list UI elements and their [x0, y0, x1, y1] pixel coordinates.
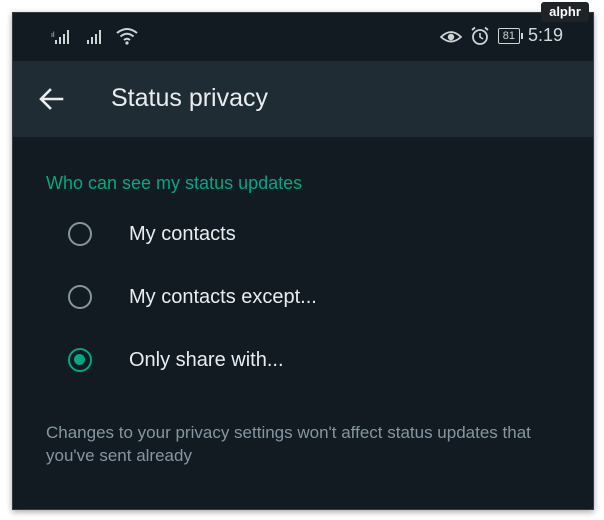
app-toolbar: Status privacy [13, 61, 593, 137]
phone-screen: ıl 81 5:19 Status privacy Who can see my… [12, 12, 594, 510]
radio-button[interactable] [68, 222, 92, 246]
status-bar-right: 81 5:19 [439, 25, 563, 46]
privacy-note: Changes to your privacy settings won't a… [46, 423, 531, 465]
page-title: Status privacy [111, 84, 269, 112]
battery-indicator: 81 [497, 27, 524, 44]
radio-button-selected[interactable] [68, 348, 92, 372]
signal-icon: ıl [51, 30, 69, 44]
option-label: My contacts [129, 223, 236, 245]
signal-icon-2 [87, 30, 101, 44]
option-label: My contacts except... [129, 286, 317, 308]
alarm-icon [471, 26, 489, 45]
status-bar-left: ıl [51, 27, 139, 45]
section-header: Who can see my status updates [46, 173, 303, 193]
back-arrow-icon[interactable] [37, 85, 65, 113]
status-bar: ıl 81 5:19 [13, 13, 593, 61]
option-my-contacts[interactable]: My contacts [53, 211, 573, 265]
wifi-icon [116, 28, 138, 45]
radio-button[interactable] [68, 285, 92, 309]
eye-icon [439, 30, 462, 42]
option-only-share-with[interactable]: Only share with... [53, 337, 573, 391]
option-label: Only share with... [129, 349, 284, 371]
svg-text:ıl: ıl [51, 32, 55, 39]
option-my-contacts-except[interactable]: My contacts except... [53, 274, 573, 328]
alphr-watermark: alphr [541, 2, 589, 22]
clock: 5:19 [527, 25, 563, 45]
